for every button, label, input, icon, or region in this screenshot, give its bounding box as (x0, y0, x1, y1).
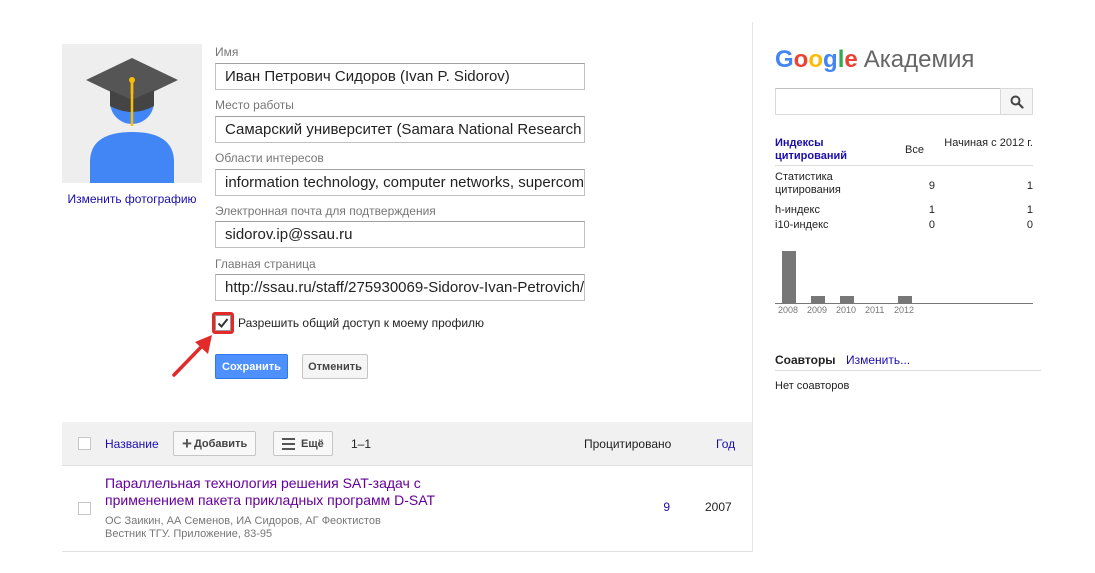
name-field[interactable]: Иван Петрович Сидоров (Ivan P. Sidorov) (215, 63, 585, 90)
add-article-button[interactable]: + Добавить (173, 431, 257, 456)
cancel-button[interactable]: Отменить (302, 354, 368, 379)
name-label: Имя (215, 45, 239, 59)
graduate-avatar-icon (62, 44, 202, 183)
chart-bar-2008 (782, 251, 796, 303)
scholar-search-input[interactable] (775, 88, 1001, 115)
edit-coauthors-link[interactable]: Изменить... (846, 353, 910, 367)
affiliation-field[interactable]: Самарский университет (Samara National R… (215, 116, 585, 143)
google-wordmark: Google (775, 46, 858, 73)
scholar-wordmark: Академия (863, 46, 975, 73)
share-profile-row: Разрешить общий доступ к моему профилю (215, 314, 484, 332)
chart-tick-label: 2011 (865, 305, 885, 315)
homepage-field[interactable]: http://ssau.ru/staff/275930069-Sidorov-I… (215, 274, 585, 301)
sort-by-title-link[interactable]: Название (105, 437, 159, 451)
homepage-label: Главная страница (215, 257, 316, 271)
citations-row-label: i10-индекс (775, 219, 829, 231)
article-source: Вестник ТГУ. Приложение, 83-95 (105, 528, 273, 540)
citations-since-header: Начиная с 2012 г. (944, 137, 1033, 149)
sort-by-year-link[interactable]: Год (716, 437, 735, 451)
profile-photo (62, 44, 202, 183)
chart-tick-label: 2012 (894, 305, 915, 315)
citation-indices-link[interactable]: Индексы цитирований (775, 137, 885, 163)
citations-row-since: 1 (1026, 204, 1033, 216)
citations-divider (775, 165, 1033, 166)
article-checkbox[interactable] (78, 502, 91, 515)
article-year: 2007 (705, 500, 732, 514)
citations-per-year-chart: 2008 2009 2010 2011 2012 (775, 238, 1033, 318)
save-button[interactable]: Сохранить (215, 354, 288, 379)
chart-bar-2010 (840, 296, 854, 303)
interests-field[interactable]: information technology, computer network… (215, 169, 585, 196)
coauthors-title: Соавторы (775, 353, 836, 367)
red-arrow-icon (172, 335, 212, 377)
cited-by-column-header: Процитировано (584, 437, 672, 451)
citations-all-header: Все (905, 144, 924, 156)
article-authors: ОС Заикин, АА Семенов, ИА Сидоров, АГ Фе… (105, 515, 381, 527)
citations-row-all: 1 (928, 204, 935, 216)
more-actions-button[interactable]: Ещё (273, 431, 333, 456)
email-field[interactable]: sidorov.ip@ssau.ru (215, 221, 585, 248)
change-photo-link[interactable]: Изменить фотографию (62, 192, 202, 206)
share-profile-label: Разрешить общий доступ к моему профилю (238, 316, 485, 330)
citations-row-label: h-индекс (775, 204, 820, 216)
google-scholar-logo[interactable]: Google Академия (775, 46, 974, 74)
add-article-label: Добавить (193, 437, 248, 450)
column-divider (752, 22, 753, 552)
no-coauthors-text: Нет соавторов (775, 380, 850, 392)
search-icon (1010, 95, 1024, 109)
citations-row-since: 1 (1026, 180, 1033, 192)
menu-lines-icon (282, 437, 295, 450)
plus-icon: + (182, 434, 192, 453)
citations-row-label: Статистика цитирования (775, 171, 841, 196)
citations-row-all: 0 (928, 219, 935, 231)
articles-header: Название + Добавить Ещё 1–1 Процитирован… (62, 422, 752, 466)
article-row: Параллельная технология решения SAT-зада… (62, 466, 752, 552)
article-range: 1–1 (351, 437, 372, 451)
chart-x-axis (775, 303, 1033, 304)
article-title-link[interactable]: Параллельная технология решения SAT-зада… (105, 475, 505, 509)
citations-row-all: 9 (928, 180, 935, 192)
select-all-checkbox[interactable] (78, 437, 91, 450)
chart-tick-label: 2009 (807, 305, 828, 315)
interests-label: Области интересов (215, 151, 324, 165)
search-button[interactable] (1000, 88, 1033, 115)
affiliation-label: Место работы (215, 98, 294, 112)
more-actions-label: Ещё (301, 437, 324, 450)
coauthors-divider (775, 370, 1041, 371)
chart-tick-label: 2010 (836, 305, 857, 315)
chart-bar-2012 (898, 296, 912, 303)
email-label: Электронная почта для подтверждения (215, 204, 436, 218)
chart-bar-2009 (811, 296, 825, 303)
chart-tick-label: 2008 (778, 305, 799, 315)
article-cited-count[interactable]: 9 (650, 500, 670, 514)
citations-row-since: 0 (1026, 219, 1033, 231)
